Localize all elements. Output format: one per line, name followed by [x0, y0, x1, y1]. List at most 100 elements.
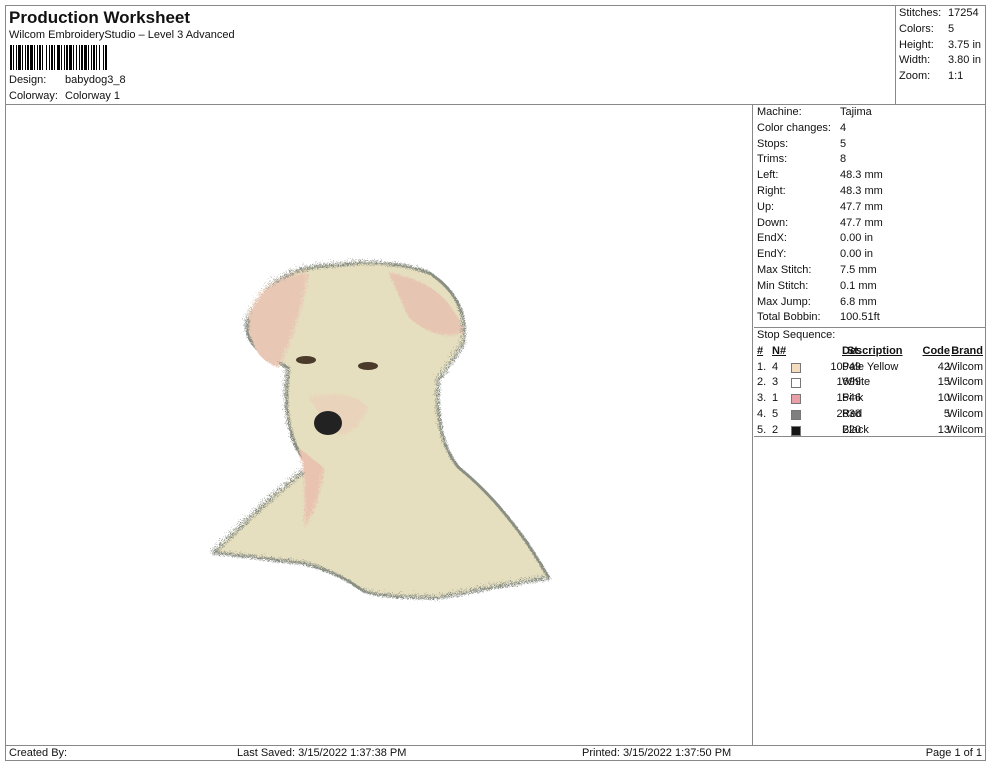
info-value: Tajima	[840, 106, 872, 118]
stat-label: Stitches:	[899, 7, 942, 19]
barcode	[10, 45, 165, 70]
stop-num: 2.	[757, 376, 767, 389]
info-value: 100.51ft	[840, 311, 880, 324]
color-swatch	[791, 394, 801, 405]
info-label: Total Bobbin:	[757, 311, 821, 324]
info-label: Stops:	[757, 137, 789, 150]
info-row: Left: 48.3 mm	[754, 168, 985, 184]
stat-label: Colors:	[899, 22, 934, 35]
info-label: EndX:	[757, 232, 787, 245]
info-value: 5	[840, 137, 847, 150]
info-value: 0.00 in	[840, 248, 874, 261]
footer: Created By: Last Saved: 3/15/2022 1:37:3…	[6, 745, 985, 761]
stop-sequence-title: Stop Sequence:	[757, 329, 836, 341]
info-value: 48.3 mm	[840, 169, 883, 182]
header-description: Description	[842, 344, 903, 357]
stop-row: 2. 3 1699 White 15 Wilcom	[754, 375, 985, 391]
design-label: Design:	[9, 74, 47, 86]
thread-brand: Wilcom	[946, 376, 983, 389]
worksheet: Production Worksheet Wilcom EmbroiderySt…	[5, 5, 986, 761]
header-num: #	[757, 344, 764, 357]
stop-num: 4.	[757, 407, 767, 420]
info-row: Max Jump: 6.8 mm	[754, 295, 985, 311]
design-preview	[6, 105, 753, 745]
last-saved: Last Saved: 3/15/2022 1:37:38 PM	[237, 747, 407, 759]
stop-num: 5.	[757, 423, 767, 436]
needle-num: 3	[772, 376, 779, 389]
stop-num: 3.	[757, 392, 767, 405]
info-row: Down: 47.7 mm	[754, 216, 985, 232]
info-value: 8	[840, 153, 847, 166]
stop-row: 4. 5 2838 Red 5 Wilcom	[754, 407, 985, 423]
stop-row: 1. 4 10949 Pale Yellow 42 Wilcom	[754, 360, 985, 376]
thread-brand: Wilcom	[946, 360, 983, 373]
stat-value: 17254	[948, 7, 979, 19]
info-label: Right:	[757, 184, 786, 197]
info-value: 47.7 mm	[840, 200, 883, 213]
info-value: 4	[840, 121, 847, 134]
info-value: 0.00 in	[840, 232, 874, 245]
info-value: 48.3 mm	[840, 184, 883, 197]
worksheet-header: Production Worksheet Wilcom EmbroiderySt…	[6, 6, 985, 105]
stop-sequence: Stop Sequence: # N# St. Description Code…	[754, 327, 985, 437]
info-label: EndY:	[757, 248, 787, 261]
color-description: Black	[842, 423, 869, 436]
info-label: Machine:	[757, 106, 802, 118]
design-value: babydog3_8	[65, 74, 126, 86]
main-area: Machine: Tajima Color changes: 4 Stops: 5 Trim…	[6, 105, 985, 745]
thread-brand: Wilcom	[946, 392, 983, 405]
info-label: Trims:	[757, 153, 788, 166]
info-label: Min Stitch:	[757, 279, 809, 292]
info-value: 0.1 mm	[840, 279, 877, 292]
created-by: Created By:	[9, 747, 68, 759]
info-row: Up: 47.7 mm	[754, 200, 985, 216]
header-brand: Brand	[951, 344, 983, 357]
header-code: Code	[922, 344, 951, 357]
needle-num: 1	[772, 392, 779, 405]
color-swatch	[791, 362, 801, 373]
stat-label: Zoom:	[899, 70, 931, 83]
page-number: Page 1 of 1	[925, 747, 982, 759]
dog-embroidery-image	[207, 258, 549, 597]
design-field: Design: babydog3_8	[9, 74, 126, 86]
info-value: 47.7 mm	[840, 216, 883, 229]
stop-sequence-header: # N# St. Description Code Brand	[754, 344, 985, 360]
color-swatch	[791, 425, 801, 436]
info-row: Trims: 8	[754, 152, 985, 168]
stat-value: 3.80 in	[948, 54, 982, 67]
info-label: Max Stitch:	[757, 263, 812, 276]
color-swatch	[791, 378, 801, 389]
info-label: Color changes:	[757, 121, 831, 134]
color-swatch	[791, 409, 801, 420]
thread-brand: Wilcom	[946, 407, 983, 420]
info-label: Max Jump:	[757, 295, 811, 308]
info-label: Up:	[757, 200, 775, 213]
needle-num: 2	[772, 423, 779, 436]
software-name: Wilcom EmbroideryStudio – Level 3 Advanc…	[9, 29, 235, 41]
header-needle: N#	[772, 344, 787, 357]
stop-row: 5. 2 220 Black 13 Wilcom	[754, 423, 985, 439]
info-row: Min Stitch: 0.1 mm	[754, 279, 985, 295]
info-row: EndX: 0.00 in	[754, 231, 985, 247]
color-description: Pale Yellow	[842, 360, 899, 373]
printed-date: Printed: 3/15/2022 1:37:50 PM	[582, 747, 732, 759]
stat-label: Height:	[899, 38, 934, 51]
info-value: 6.8 mm	[840, 295, 877, 308]
stat-label: Width:	[899, 54, 931, 67]
color-description: Red	[842, 407, 863, 420]
colorway-field: Colorway: Colorway 1	[9, 90, 120, 102]
info-row: Stops: 5	[754, 137, 985, 153]
info-row: Machine: Tajima	[754, 105, 985, 121]
page-title: Production Worksheet	[9, 8, 191, 27]
stop-row: 3. 1 1546 Pink 10 Wilcom	[754, 391, 985, 407]
colorway-value: Colorway 1	[65, 90, 121, 102]
info-label: Left:	[757, 169, 779, 182]
color-description: White	[842, 376, 871, 389]
thread-brand: Wilcom	[946, 423, 983, 436]
machine-info: Machine: Tajima Color changes: 4 Stops: 5 Trim…	[754, 105, 985, 326]
stats-box: Stitches: 17254 Colors: 5 Height: 3.75 in Widt…	[895, 6, 985, 105]
info-label: Down:	[757, 216, 789, 229]
info-row: Right: 48.3 mm	[754, 184, 985, 200]
info-row: EndY: 0.00 in	[754, 247, 985, 263]
needle-num: 4	[772, 360, 779, 373]
